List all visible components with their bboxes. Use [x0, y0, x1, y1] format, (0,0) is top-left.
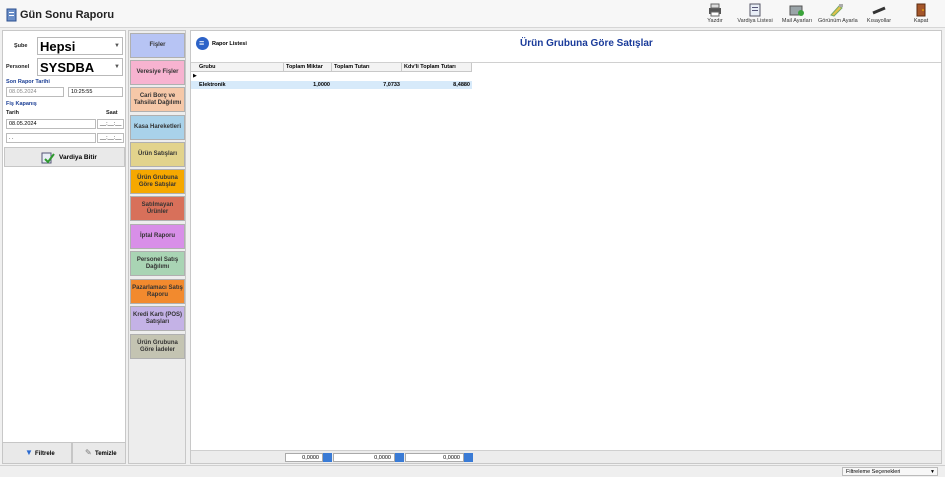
title-bar: Gün Sonu Raporu Yazdır Vardiya Listesi M…: [0, 0, 945, 28]
list-document-icon: [749, 3, 761, 17]
column-header-group[interactable]: Grubu: [191, 63, 284, 72]
mail-settings-label: Mail Ayarları: [781, 18, 813, 24]
menu-item-staff-sales[interactable]: Personel Satış Dağılımı: [130, 251, 185, 276]
report-menu: Fişler Veresiye Fişler Cari Borç ve Tahs…: [128, 30, 186, 464]
menu-item-group-returns[interactable]: Ürün Grubuna Göre İadeler: [130, 334, 185, 359]
menu-item-cash-movements[interactable]: Kasa Hareketleri: [130, 115, 185, 140]
branch-label: Şube: [14, 43, 28, 49]
view-settings-button[interactable]: Görünüm Ayarla: [818, 2, 858, 27]
calculator-icon[interactable]: [464, 453, 473, 462]
cell-group: Elektronik: [191, 81, 284, 89]
status-bar: Filtreleme Seçenekleri ▼: [0, 465, 945, 477]
chevron-down-icon: ▼: [114, 64, 120, 70]
total-vat-amount: 0,0000: [405, 453, 464, 462]
menu-item-receipts[interactable]: Fişler: [130, 33, 185, 58]
end-shift-label: Vardiya Bitir: [59, 154, 97, 161]
menu-item-credit-receipts[interactable]: Veresiye Fişler: [130, 60, 185, 85]
shift-list-label: Vardiya Listesi: [737, 18, 773, 24]
menu-item-account-debt[interactable]: Cari Borç ve Tahsilat Dağılımı: [130, 87, 185, 112]
calculator-icon[interactable]: [395, 453, 404, 462]
total-quantity: 0,0000: [285, 453, 323, 462]
filter-options-dropdown[interactable]: Filtreleme Seçenekleri ▼: [842, 467, 938, 476]
time-to-input[interactable]: __:__:__: [97, 133, 124, 143]
brush-icon: [830, 4, 843, 17]
cell-quantity: 1,0000: [284, 81, 332, 89]
report-app-icon: [6, 8, 17, 22]
last-report-date-field: 08.05.2024: [6, 87, 64, 97]
menu-item-unsold-products[interactable]: Satılmayan Ürünler: [130, 196, 185, 221]
last-report-date-label: Son Rapor Tarihi: [6, 79, 50, 85]
branch-select[interactable]: Hepsi ▼: [37, 37, 123, 55]
filter-funnel-icon: ▼: [25, 448, 33, 457]
receipt-close-label: Fiş Kapanış: [6, 101, 37, 107]
calculator-icon[interactable]: [323, 453, 332, 462]
menu-item-group-sales[interactable]: Ürün Grubuna Göre Satışlar: [130, 169, 185, 194]
checkmark-icon: [41, 152, 55, 164]
cell-total: 7,0733: [332, 81, 402, 89]
end-shift-button[interactable]: Vardiya Bitir: [4, 147, 125, 167]
staff-select[interactable]: SYSDBA ▼: [37, 58, 123, 76]
chevron-down-icon: ▼: [930, 469, 935, 475]
keyboard-pen-icon: [872, 6, 886, 15]
clear-button[interactable]: ✎ Temizle: [72, 442, 126, 464]
print-label: Yazdır: [707, 18, 723, 24]
total-amount: 0,0000: [333, 453, 395, 462]
menu-item-pos-sales[interactable]: Kredi Kartı (POS) Satışları: [130, 306, 185, 331]
time-label: Saat: [106, 110, 118, 116]
menu-item-product-sales[interactable]: Ürün Satışları: [130, 142, 185, 167]
report-grid: Grubu Toplam Miktar Toplam Tutarı Kdv'li…: [191, 62, 941, 450]
last-report-time-field: 10:25:55: [68, 87, 123, 97]
menu-item-cancel-report[interactable]: İptal Raporu: [130, 224, 185, 249]
date-label: Tarih: [6, 110, 20, 116]
report-list-button[interactable]: ≡: [196, 37, 209, 50]
door-exit-icon: [916, 3, 926, 17]
view-settings-label: Görünüm Ayarla: [818, 18, 858, 24]
report-list-label: Rapor Listesi: [212, 41, 247, 47]
row-pointer-icon: ▶: [193, 73, 197, 79]
printer-icon: [709, 3, 721, 17]
shortcuts-button[interactable]: Kısayollar: [860, 2, 898, 27]
print-button[interactable]: Yazdır: [696, 2, 734, 27]
clear-label: Temizle: [95, 451, 117, 457]
report-title: Ürün Grubuna Göre Satışlar: [520, 38, 653, 49]
staff-value: SYSDBA: [40, 60, 95, 75]
date-to-input[interactable]: . .: [6, 133, 96, 143]
menu-item-marketer-sales[interactable]: Pazarlamacı Satış Raporu: [130, 279, 185, 304]
eraser-icon: ✎: [85, 448, 92, 457]
column-header-vat-total[interactable]: Kdv'li Toplam Tutarı: [402, 63, 472, 72]
filter-button[interactable]: ▼ Filtrele: [2, 442, 72, 464]
mail-settings-icon: [789, 5, 804, 16]
totals-footer: 0,0000 0,0000 0,0000: [191, 450, 941, 463]
time-from-input[interactable]: __:__:__: [97, 119, 124, 129]
close-label: Kapat: [913, 18, 929, 24]
table-row[interactable]: Elektronik ▶ 1,0000 7,0733 8,4880: [191, 72, 472, 89]
mail-settings-button[interactable]: Mail Ayarları: [778, 2, 816, 27]
shortcuts-label: Kısayollar: [866, 18, 892, 24]
staff-label: Personel: [6, 64, 30, 70]
filter-label: Filtrele: [35, 451, 55, 457]
column-header-total[interactable]: Toplam Tutarı: [332, 63, 402, 72]
close-button[interactable]: Kapat: [902, 2, 940, 27]
date-from-input[interactable]: 08.05.2024: [6, 119, 96, 129]
branch-value: Hepsi: [40, 39, 76, 54]
cell-vat-total: 8,4880: [402, 81, 472, 89]
hamburger-menu-icon: ≡: [199, 38, 205, 48]
column-header-quantity[interactable]: Toplam Miktar: [284, 63, 332, 72]
shift-list-button[interactable]: Vardiya Listesi: [736, 2, 774, 27]
chevron-down-icon: ▼: [114, 43, 120, 49]
window-title: Gün Sonu Raporu: [20, 9, 115, 21]
